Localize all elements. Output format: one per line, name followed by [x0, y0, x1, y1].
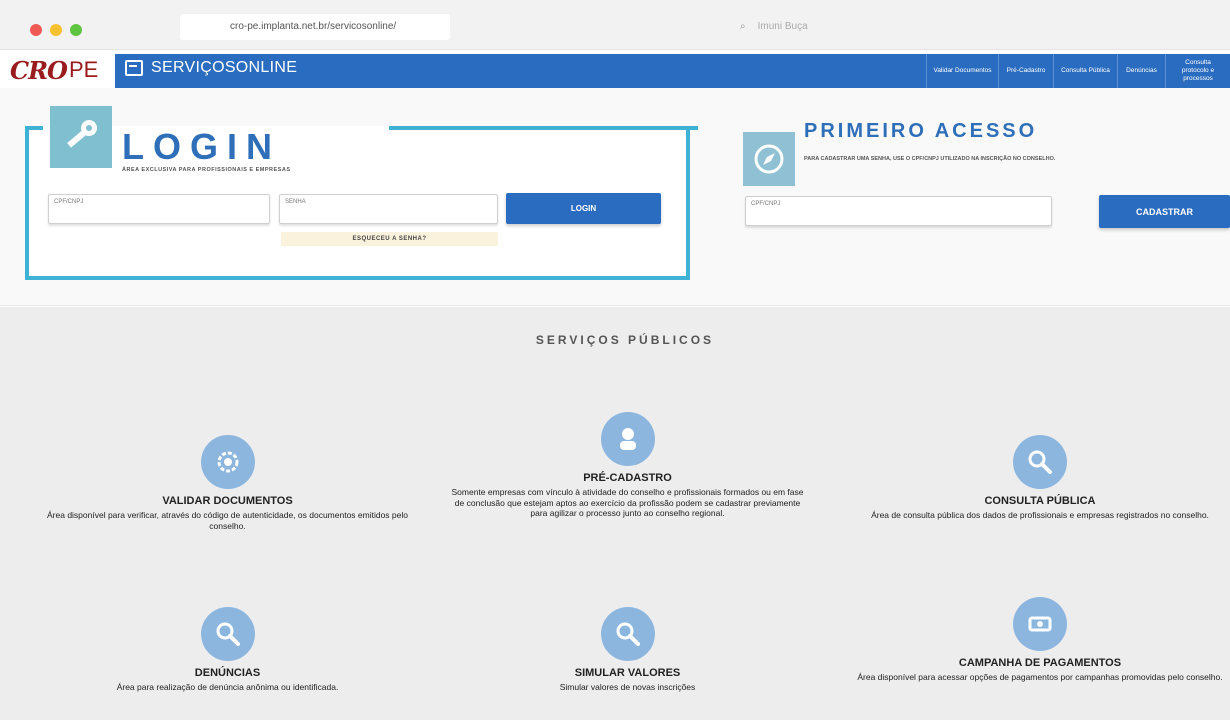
- service-description: Área de consulta pública dos dados de pr…: [871, 510, 1209, 520]
- service-title: VALIDAR DOCUMENTOS: [162, 495, 293, 507]
- service-card-consulta-publica[interactable]: CONSULTA PÚBLICA Área de consulta públic…: [850, 435, 1230, 521]
- service-description: Simular valores de novas inscrições: [559, 682, 696, 692]
- maximize-window-button[interactable]: [70, 24, 82, 36]
- logo-mark: CRO: [10, 55, 68, 85]
- app-title[interactable]: SERVIÇOSONLINE: [125, 59, 297, 77]
- logo-region: PE: [68, 57, 99, 82]
- primeiro-acesso-title: PRIMEIRO ACESSO: [804, 120, 1038, 142]
- magnifier-icon: [1013, 435, 1067, 489]
- badge-icon: [200, 435, 255, 489]
- nav-link-consulta-protocolo[interactable]: Consulta protocolo e processos: [1165, 54, 1230, 88]
- login-password-field[interactable]: SENHA: [279, 194, 498, 224]
- login-subtitle: ÁREA EXCLUSIVA PARA PROFISSIONAIS E EMPR…: [122, 167, 291, 173]
- address-bar[interactable]: cro-pe.implanta.net.br/servicosonline/: [180, 14, 450, 40]
- nav-link-pre-cadastro[interactable]: Pré-Cadastro: [998, 54, 1053, 88]
- service-description: Área para realização de denúncia anônima…: [116, 682, 339, 692]
- service-title: CAMPANHA DE PAGAMENTOS: [958, 657, 1122, 669]
- public-services-section: SERVIÇOS PÚBLICOS VALIDAR DOCUMENTOS Áre…: [0, 307, 1230, 720]
- nav-link-consulta-publica[interactable]: Consulta Pública: [1053, 54, 1117, 88]
- forgot-password-link[interactable]: ESQUECEU A SENHA?: [281, 232, 498, 246]
- service-description: Área disponível para verificar, através …: [47, 510, 408, 531]
- service-description: Somente empresas com vínculo à atividade…: [451, 487, 804, 519]
- nav-links: Validar Documentos Pré-Cadastro Consulta…: [926, 54, 1230, 88]
- service-title: DENÚNCIAS: [194, 667, 261, 679]
- search-icon: ⌕: [740, 21, 746, 32]
- url-text: cro-pe.implanta.net.br/servicosonline/: [230, 21, 397, 32]
- primeiro-acesso-cpf-cnpj-field[interactable]: CPF/CNPJ: [745, 196, 1052, 226]
- service-card-simular-valores[interactable]: SIMULAR VALORES Simular valores de novas…: [450, 607, 805, 693]
- browser-toolbar: cro-pe.implanta.net.br/servicosonline/ ⌕…: [0, 0, 1230, 50]
- service-card-pre-cadastro[interactable]: PRÉ-CADASTRO Somente empresas com víncul…: [450, 412, 805, 519]
- minimize-window-button[interactable]: [50, 24, 62, 36]
- senha-label: SENHA: [285, 199, 306, 205]
- cpf-label: CPF/CNPJ: [54, 199, 84, 205]
- cadastrar-button[interactable]: CADASTRAR: [1099, 195, 1230, 228]
- search-placeholder: Imuni Buça: [757, 21, 808, 32]
- cro-pe-logo[interactable]: CRO PE: [10, 54, 115, 86]
- frame-top-line: [389, 126, 698, 130]
- service-card-campanha-pagamentos[interactable]: CAMPANHA DE PAGAMENTOS Área disponível p…: [850, 597, 1230, 683]
- service-title: CONSULTA PÚBLICA: [984, 495, 1096, 507]
- window-controls: [30, 24, 82, 36]
- browser-search-field[interactable]: ⌕ Imuni Buça: [740, 14, 1220, 40]
- magnifier-icon: [600, 607, 655, 661]
- close-window-button[interactable]: [30, 24, 42, 36]
- login-cpf-cnpj-field[interactable]: CPF/CNPJ: [48, 194, 270, 224]
- login-button[interactable]: LOGIN: [506, 193, 661, 224]
- user-icon: [600, 412, 655, 466]
- service-card-validar-documentos[interactable]: VALIDAR DOCUMENTOS Área disponível para …: [40, 435, 415, 531]
- nav-link-denuncias[interactable]: Denúncias: [1117, 54, 1165, 88]
- magnifier-icon: [200, 607, 255, 661]
- service-title: SIMULAR VALORES: [574, 667, 681, 679]
- service-title: PRÉ-CADASTRO: [583, 472, 672, 484]
- service-card-denuncias[interactable]: DENÚNCIAS Área para realização de denúnc…: [40, 607, 415, 693]
- window-icon: [125, 60, 143, 76]
- cpf-label: CPF/CNPJ: [751, 201, 781, 207]
- login-title: LOGIN: [122, 126, 281, 167]
- primeiro-acesso-subtitle: PARA CADASTRAR UMA SENHA, USE O CPF/CNPJ…: [804, 156, 1056, 162]
- top-navigation: SERVIÇOSONLINE Validar Documentos Pré-Ca…: [115, 54, 1230, 88]
- compass-icon: [743, 132, 795, 186]
- services-title: SERVIÇOS PÚBLICOS: [535, 333, 715, 347]
- service-description: Área disponível para acessar opções de p…: [857, 672, 1223, 682]
- nav-link-validar-documentos[interactable]: Validar Documentos: [926, 54, 998, 88]
- frame-corner: [25, 126, 43, 130]
- key-icon: [50, 106, 112, 168]
- app-title-text: SERVIÇOSONLINE: [151, 59, 298, 76]
- money-icon: [1013, 597, 1067, 651]
